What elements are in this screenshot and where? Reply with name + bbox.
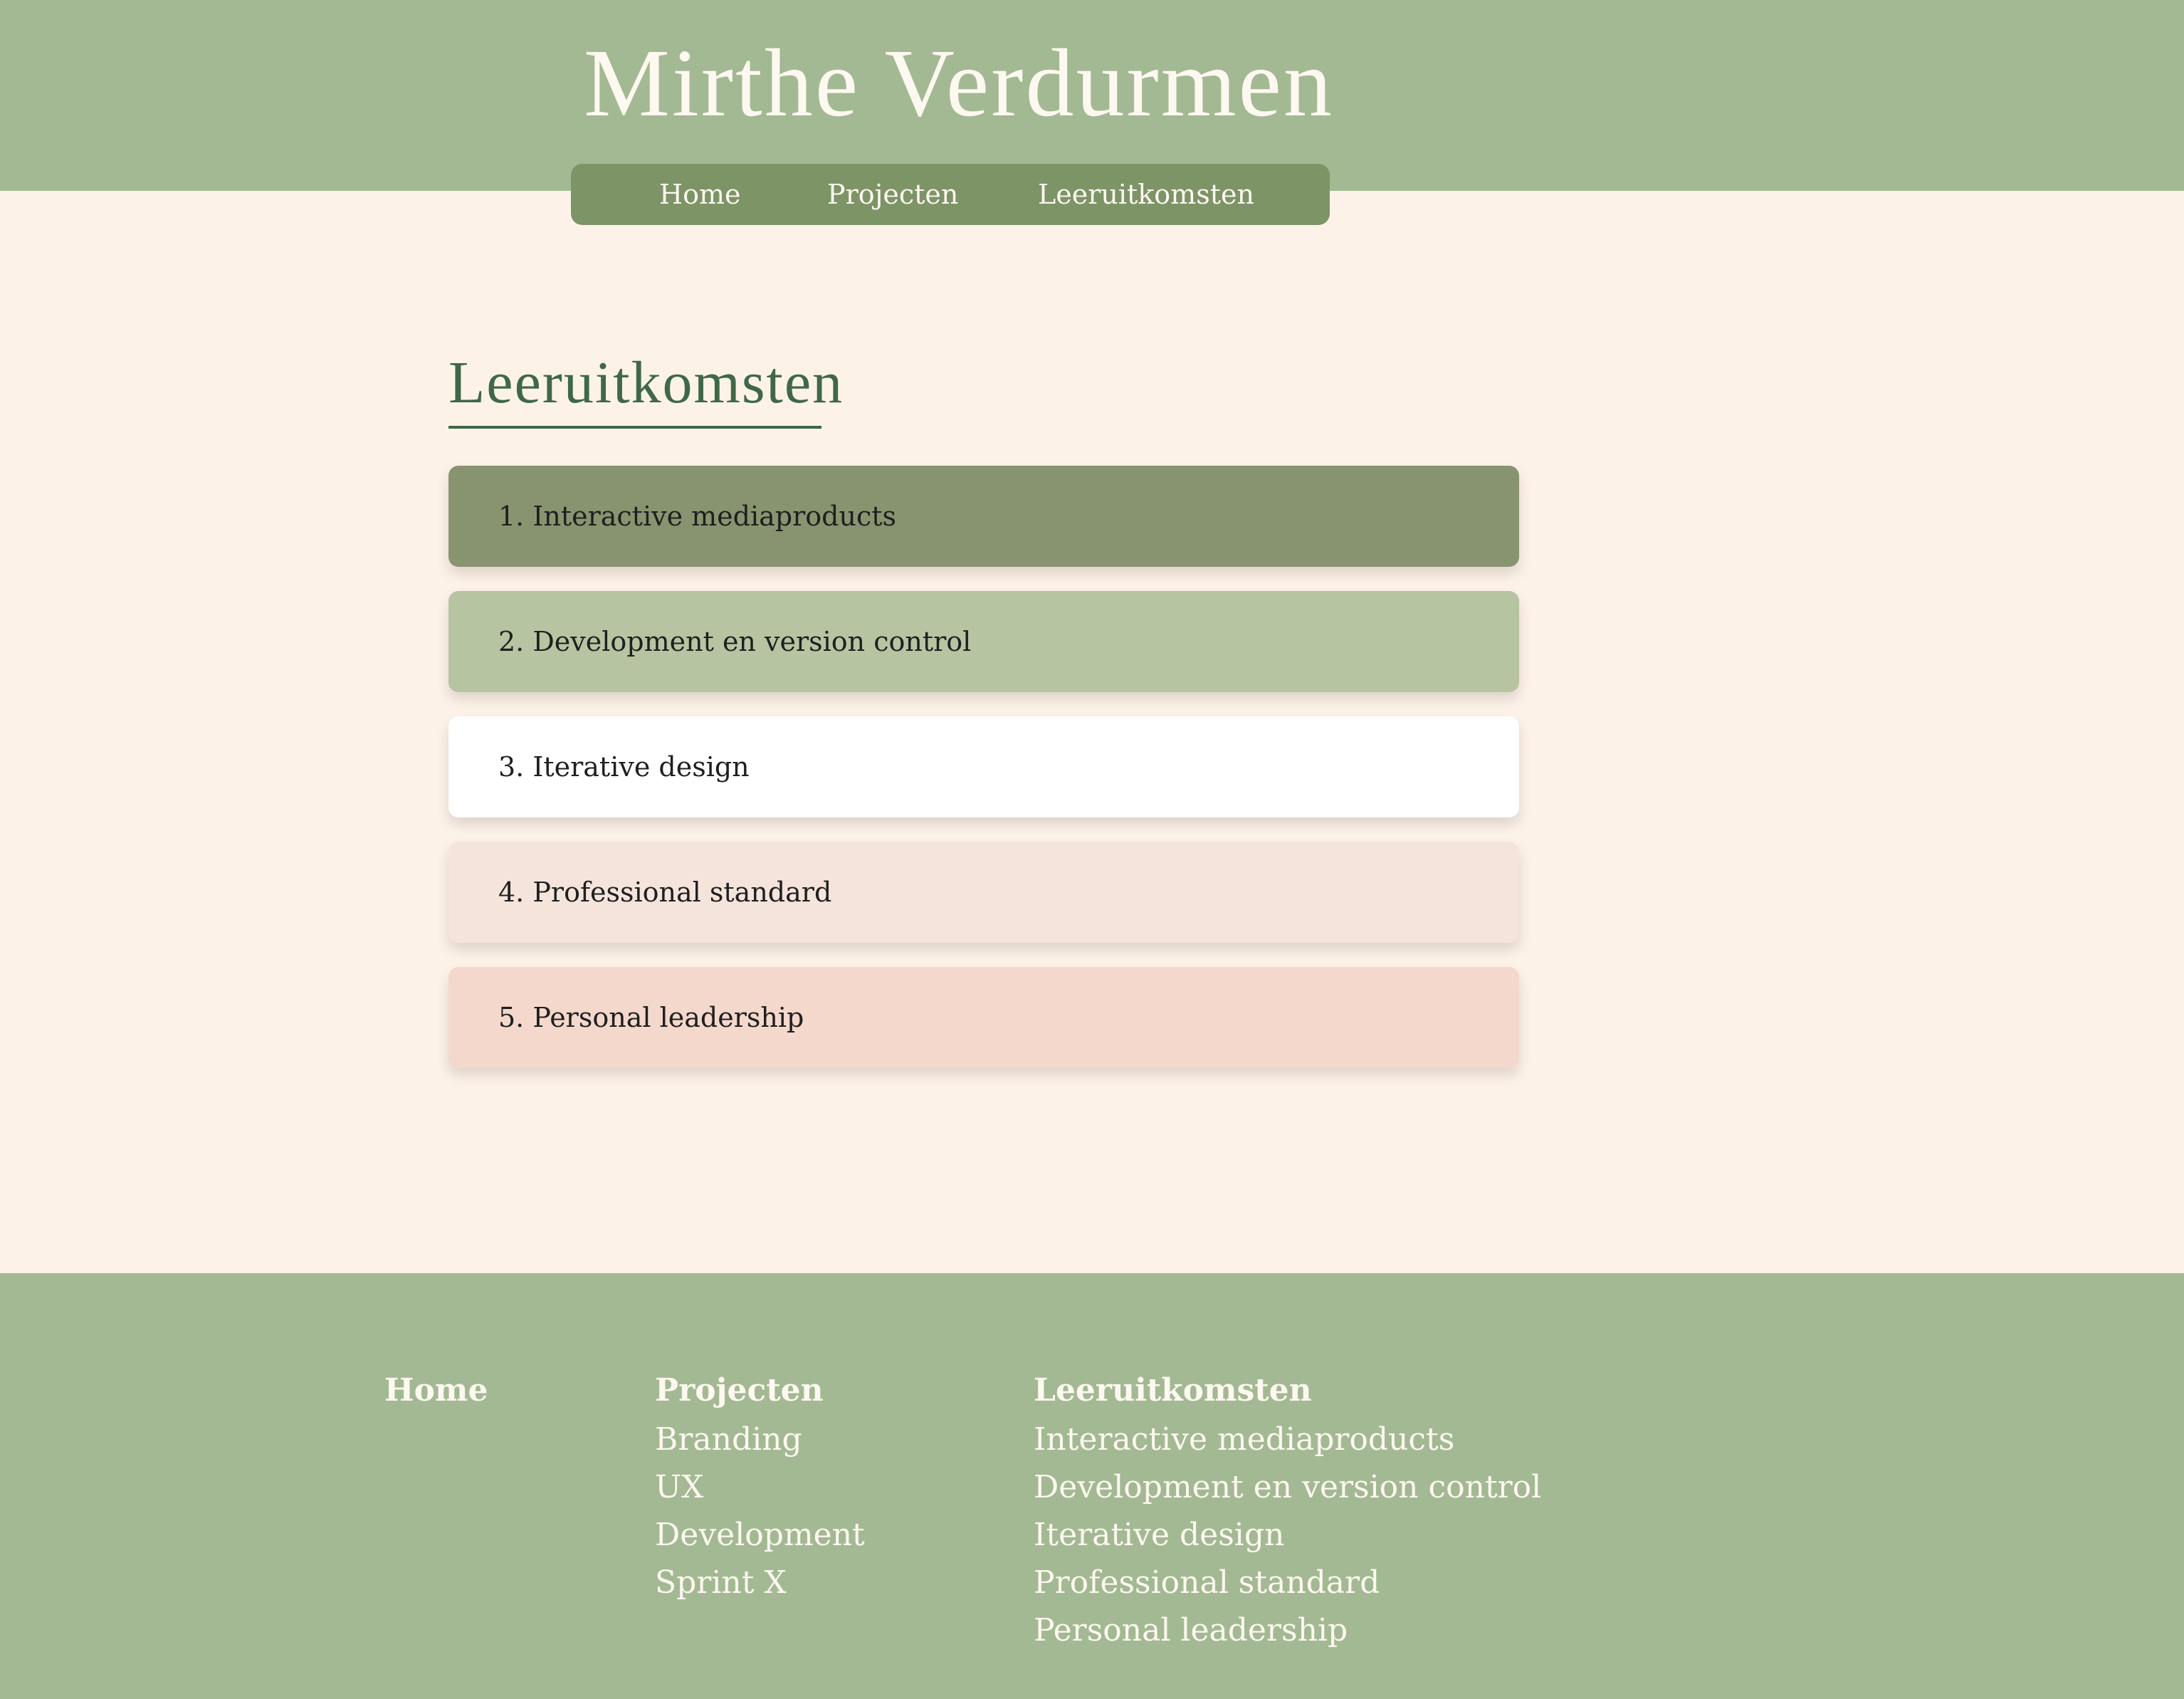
footer-link-professional-standard[interactable]: Professional standard xyxy=(1034,1559,1541,1606)
footer-link-personal-leadership[interactable]: Personal leadership xyxy=(1034,1606,1541,1654)
footer-column-leeruitkomsten: Leeruitkomsten Interactive mediaproducts… xyxy=(1034,1366,1541,1654)
outcome-label: 1. Interactive mediaproducts xyxy=(498,501,897,532)
footer-link-ux[interactable]: UX xyxy=(655,1463,865,1511)
outcome-card-professional-standard[interactable]: 4. Professional standard xyxy=(448,842,1519,943)
footer-column-projecten: Projecten Branding UX Development Sprint… xyxy=(655,1366,865,1606)
footer-link-projecten[interactable]: Projecten xyxy=(655,1366,865,1416)
site-header: Mirthe Verdurmen Home Projecten Leeruitk… xyxy=(0,0,2184,225)
footer-link-branding[interactable]: Branding xyxy=(655,1416,865,1463)
footer-link-development-version-control[interactable]: Development en version control xyxy=(1034,1463,1541,1511)
site-footer: Home Projecten Branding UX Development S… xyxy=(0,1273,2184,1699)
main-nav: Home Projecten Leeruitkomsten xyxy=(571,164,1330,225)
footer-link-leeruitkomsten[interactable]: Leeruitkomsten xyxy=(1034,1366,1541,1416)
page-title-underline xyxy=(448,426,821,429)
footer-link-interactive-mediaproducts[interactable]: Interactive mediaproducts xyxy=(1034,1416,1541,1463)
outcome-label: 3. Iterative design xyxy=(498,751,750,783)
footer-link-sprint-x[interactable]: Sprint X xyxy=(655,1559,865,1606)
nav-item-home[interactable]: Home xyxy=(659,164,741,225)
outcome-label: 2. Development en version control xyxy=(498,626,972,657)
page-title: Leeruitkomsten xyxy=(448,350,844,416)
nav-item-projecten[interactable]: Projecten xyxy=(827,164,958,225)
outcome-card-interactive-mediaproducts[interactable]: 1. Interactive mediaproducts xyxy=(448,466,1519,567)
outcome-card-iterative-design[interactable]: 3. Iterative design xyxy=(448,716,1519,817)
footer-link-iterative-design[interactable]: Iterative design xyxy=(1034,1511,1541,1559)
outcome-card-development-version-control[interactable]: 2. Development en version control xyxy=(448,591,1519,692)
outcome-label: 4. Professional standard xyxy=(498,877,832,908)
outcome-card-personal-leadership[interactable]: 5. Personal leadership xyxy=(448,967,1519,1068)
footer-column-home: Home xyxy=(384,1366,488,1416)
footer-link-home[interactable]: Home xyxy=(384,1366,488,1416)
outcome-label: 5. Personal leadership xyxy=(498,1002,804,1033)
footer-link-development[interactable]: Development xyxy=(655,1511,865,1559)
nav-item-leeruitkomsten[interactable]: Leeruitkomsten xyxy=(1038,164,1254,225)
site-title: Mirthe Verdurmen xyxy=(584,30,1334,137)
